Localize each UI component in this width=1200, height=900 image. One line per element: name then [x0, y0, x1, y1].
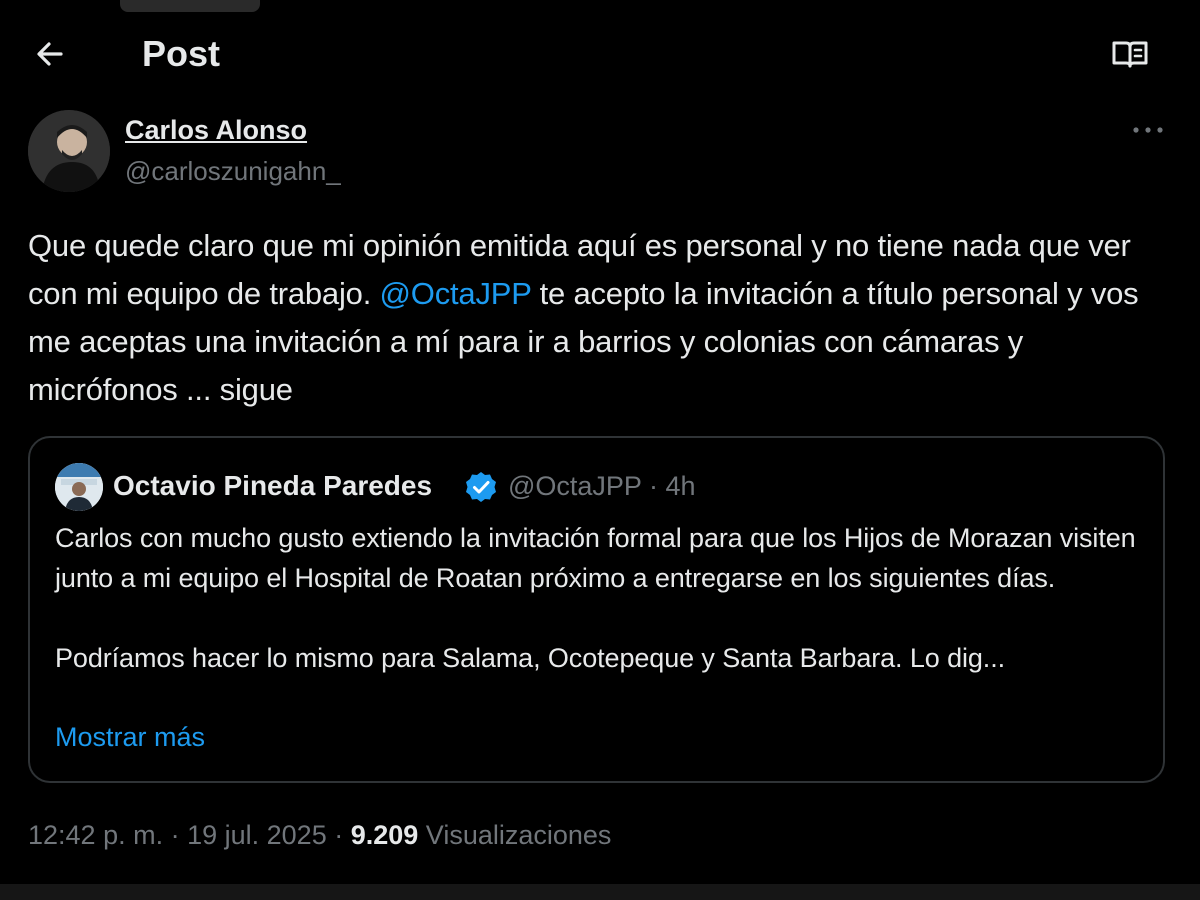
more-options-button[interactable] — [1126, 116, 1170, 144]
quoted-text: Carlos con mucho gusto extiendo la invit… — [55, 518, 1145, 678]
reader-mode-button[interactable] — [1108, 36, 1152, 72]
post-header: Post — [0, 0, 1200, 110]
tweet-text: Que quede claro que mi opinión emitida a… — [28, 222, 1168, 414]
author-avatar[interactable] — [28, 110, 110, 192]
page-title: Post — [142, 33, 221, 74]
avatar-icon — [28, 110, 110, 192]
verified-badge — [464, 470, 498, 504]
post-meta: 12:42 p. m. · 19 jul. 2025 · 9.209 Visua… — [28, 820, 611, 851]
post-page: Post Carlos Alonso @carloszunigahn_ Que … — [0, 0, 1200, 900]
quoted-meta: @OctaJPP · 4h — [508, 471, 696, 502]
meta-separator: · — [163, 820, 188, 850]
views-count[interactable]: 9.209 — [351, 820, 419, 850]
meta-separator: · — [648, 471, 658, 501]
author-name[interactable]: Carlos Alonso — [125, 115, 307, 146]
verified-badge-icon — [466, 472, 496, 502]
quoted-time[interactable]: 4h — [666, 471, 696, 501]
show-more-link[interactable]: Mostrar más — [55, 722, 205, 753]
quoted-author-name[interactable]: Octavio Pineda Paredes — [113, 470, 432, 502]
quoted-handle[interactable]: @OctaJPP — [508, 471, 641, 501]
back-button[interactable] — [30, 34, 70, 74]
quoted-paragraph-1: Carlos con mucho gusto extiendo la invit… — [55, 523, 1136, 593]
post-time[interactable]: 12:42 p. m. — [28, 820, 163, 850]
ellipsis-icon — [1133, 127, 1163, 133]
book-open-icon — [1112, 41, 1148, 68]
quoted-author-avatar[interactable] — [55, 463, 103, 511]
avatar-icon — [55, 463, 103, 511]
views-label[interactable]: Visualizaciones — [418, 820, 612, 850]
mention-link[interactable]: @OctaJPP — [380, 276, 532, 311]
quoted-paragraph-2: Podríamos hacer lo mismo para Salama, Oc… — [55, 643, 1006, 673]
post-date[interactable]: 19 jul. 2025 — [187, 820, 327, 850]
arrow-left-icon — [37, 42, 63, 66]
quoted-post[interactable]: Octavio Pineda Paredes @OctaJPP · 4h Car… — [28, 436, 1165, 783]
meta-separator: · — [326, 820, 351, 850]
crop-edge-bottom — [0, 884, 1200, 900]
author-handle[interactable]: @carloszunigahn_ — [125, 156, 341, 187]
